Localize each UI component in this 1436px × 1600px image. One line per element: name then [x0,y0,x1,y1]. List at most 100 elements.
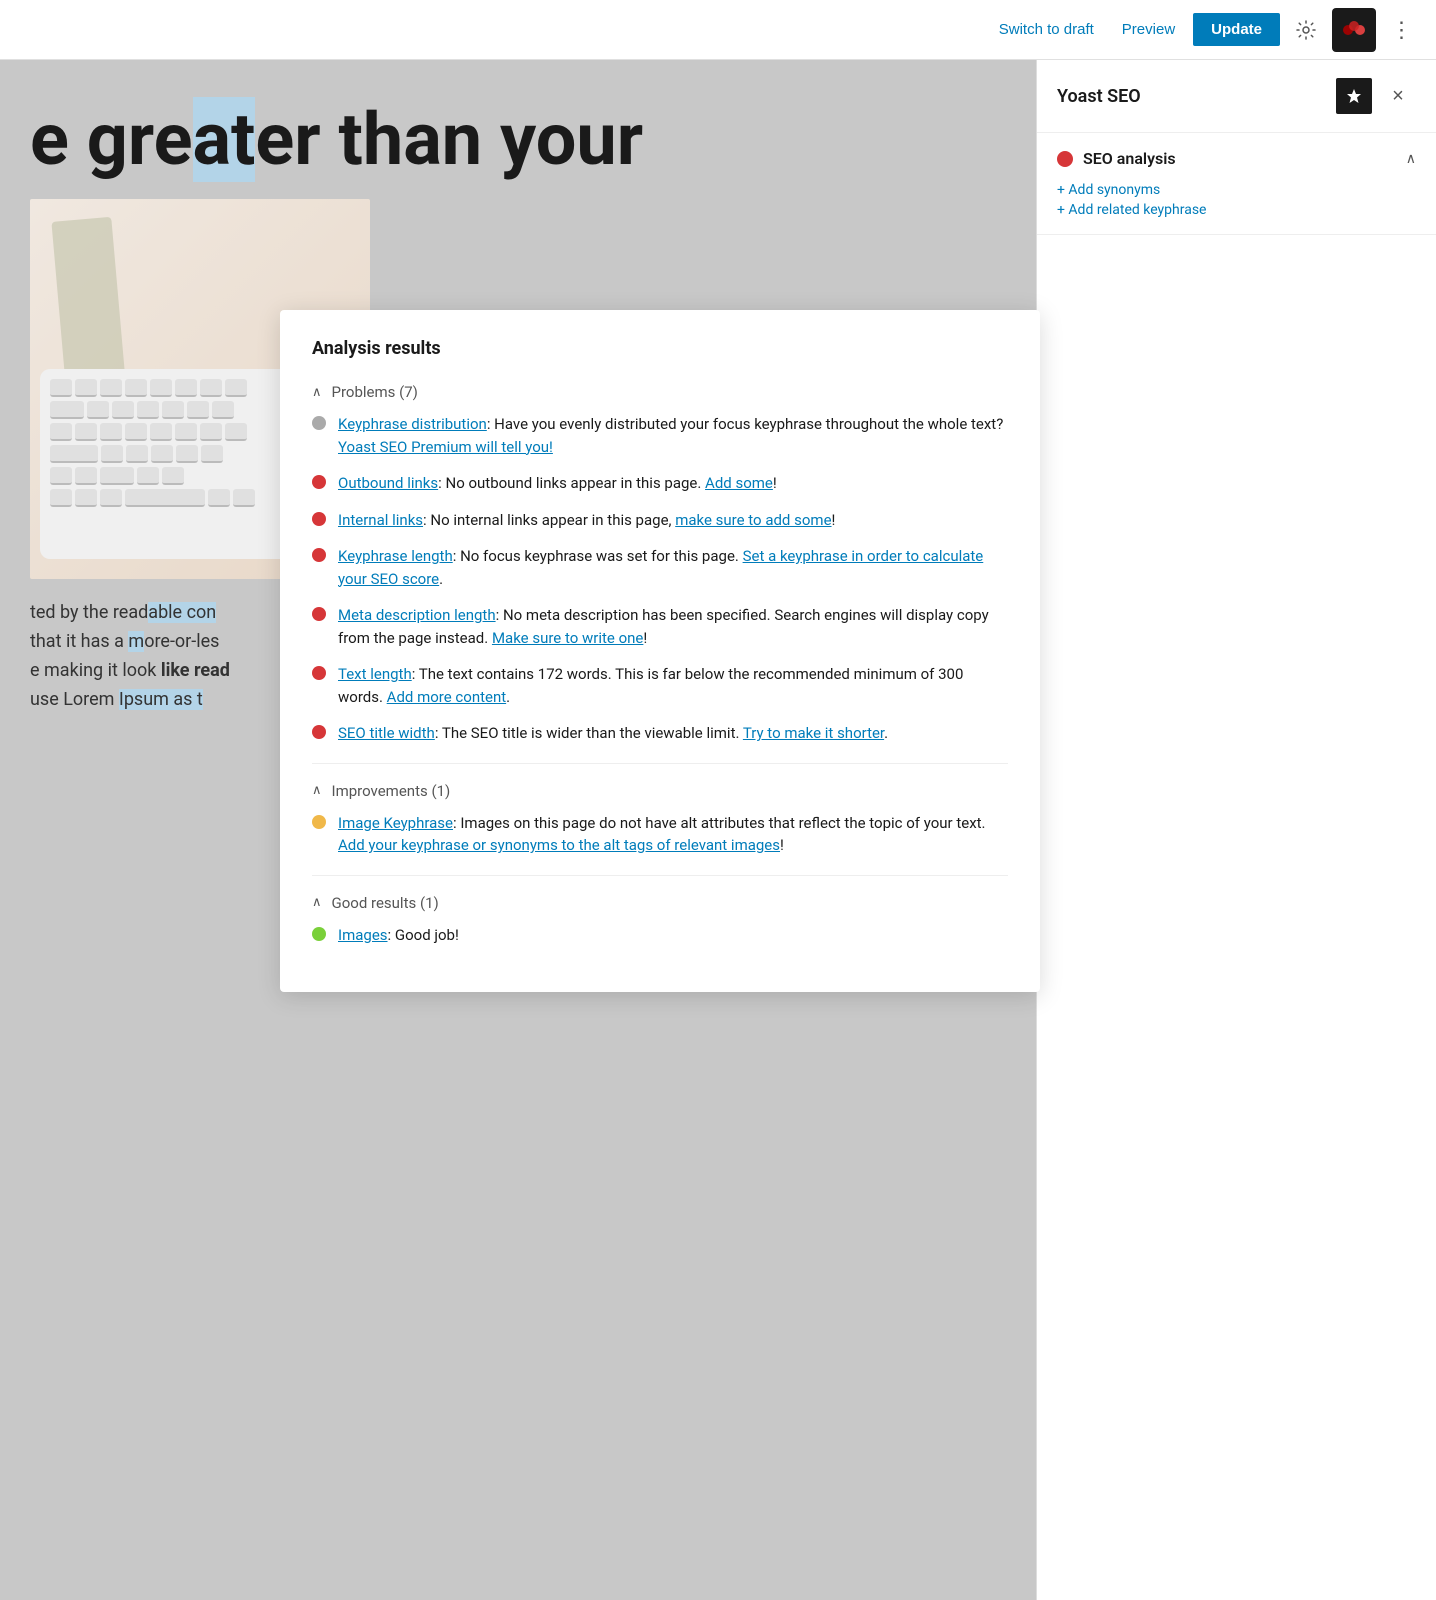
key [225,379,247,397]
good-results-header[interactable]: ∧ Good results (1) [312,894,1008,912]
status-dot-orange [312,815,326,829]
image-keyphrase-link[interactable]: Image Keyphrase [338,814,453,832]
key [162,401,184,419]
key [201,445,223,463]
list-item: Meta description length: No meta descrip… [312,604,1008,649]
key [75,423,97,441]
key [137,467,159,485]
list-item: Images: Good job! [312,924,1008,947]
key [187,401,209,419]
status-dot-red [312,512,326,526]
list-item: Image Keyphrase: Images on this page do … [312,812,1008,857]
item-text: Text length: The text contains 172 words… [338,663,1008,708]
key [225,423,247,441]
key [101,445,123,463]
outbound-links-link[interactable]: Outbound links [338,474,438,492]
problems-header[interactable]: ∧ Problems (7) [312,383,1008,401]
write-one-link[interactable]: Make sure to write one [492,629,643,647]
analysis-panel-title: Analysis results [312,338,1008,359]
improvements-label: Improvements (1) [332,782,451,800]
key [50,445,98,463]
key [50,467,72,485]
key [137,401,159,419]
add-alt-tags-link[interactable]: Add your keyphrase or synonyms to the al… [338,836,780,854]
status-dot-red [312,607,326,621]
sidebar: Yoast SEO × SEO analysis ∧ + Add synon [1036,60,1436,1600]
list-item: Internal links: No internal links appear… [312,509,1008,532]
seo-status-dot [1057,151,1073,167]
keyphrase-distribution-link[interactable]: Keyphrase distribution [338,415,487,433]
good-results-section: ∧ Good results (1) Images: Good job! [312,894,1008,947]
editor-heading: e greater than your [30,100,1006,179]
more-options-button[interactable]: ⋮ [1384,12,1420,48]
make-sure-link[interactable]: make sure to add some [675,511,831,529]
seo-title-width-link[interactable]: SEO title width [338,724,435,742]
key [175,423,197,441]
key [150,379,172,397]
key [125,423,147,441]
status-dot-red [312,725,326,739]
heading-highlight: at [193,97,256,182]
key [75,489,97,507]
item-text: Image Keyphrase: Images on this page do … [338,812,1008,857]
problems-section: ∧ Problems (7) Keyphrase distribution: H… [312,383,1008,745]
status-dot-red [312,548,326,562]
switch-to-draft-button[interactable]: Switch to draft [989,15,1104,44]
premium-link[interactable]: Yoast SEO Premium will tell you! [338,438,553,456]
sidebar-header-icons: × [1336,78,1416,114]
key [176,445,198,463]
yoast-logo-icon [1340,16,1368,44]
add-content-link[interactable]: Add more content [387,688,507,706]
keyphrase-length-link[interactable]: Keyphrase length [338,547,453,565]
status-dot-red [312,666,326,680]
item-text: Meta description length: No meta descrip… [338,604,1008,649]
seo-section-header[interactable]: SEO analysis ∧ [1057,149,1416,168]
add-some-link[interactable]: Add some [705,474,773,492]
item-text: Outbound links: No outbound links appear… [338,472,777,495]
spacebar-key [125,489,205,507]
close-button[interactable]: × [1380,78,1416,114]
gear-icon [1296,20,1316,40]
good-results-label: Good results (1) [332,894,439,912]
make-shorter-link[interactable]: Try to make it shorter [743,724,884,742]
key [100,489,122,507]
settings-icon-button[interactable] [1288,12,1324,48]
add-synonyms-link[interactable]: + Add synonyms [1057,182,1416,198]
preview-button[interactable]: Preview [1112,15,1185,44]
more-options-icon: ⋮ [1391,17,1414,43]
add-related-keyphrase-link[interactable]: + Add related keyphrase [1057,202,1416,218]
key [175,379,197,397]
meta-description-link[interactable]: Meta description length [338,606,496,624]
list-item: Outbound links: No outbound links appear… [312,472,1008,495]
status-dot-gray [312,416,326,430]
toolbar: Switch to draft Preview Update ⋮ [0,0,1436,60]
problems-label: Problems (7) [332,383,418,401]
seo-analysis-section: SEO analysis ∧ + Add synonyms + Add rela… [1037,133,1436,235]
chevron-up-icon: ∧ [312,895,322,910]
chevron-up-icon: ∧ [312,783,322,798]
internal-links-link[interactable]: Internal links [338,511,423,529]
seo-section-title: SEO analysis [1083,149,1176,168]
key [87,401,109,419]
improvements-header[interactable]: ∧ Improvements (1) [312,782,1008,800]
update-button[interactable]: Update [1193,13,1280,46]
list-item: SEO title width: The SEO title is wider … [312,722,1008,745]
text-length-link[interactable]: Text length [338,665,412,683]
images-link[interactable]: Images [338,926,388,944]
list-item: Text length: The text contains 172 words… [312,663,1008,708]
yoast-icon-button[interactable] [1332,8,1376,52]
item-text: Keyphrase length: No focus keyphrase was… [338,545,1008,590]
chevron-up-icon: ∧ [312,385,322,400]
key [150,423,172,441]
item-text: Images: Good job! [338,924,459,947]
status-dot-green [312,927,326,941]
pin-button[interactable] [1336,78,1372,114]
seo-section-title-row: SEO analysis [1057,149,1176,168]
divider [312,763,1008,764]
item-text: Internal links: No internal links appear… [338,509,835,532]
key [126,445,148,463]
key [50,423,72,441]
key [233,489,255,507]
key [100,379,122,397]
seo-links: + Add synonyms + Add related keyphrase [1057,182,1416,218]
